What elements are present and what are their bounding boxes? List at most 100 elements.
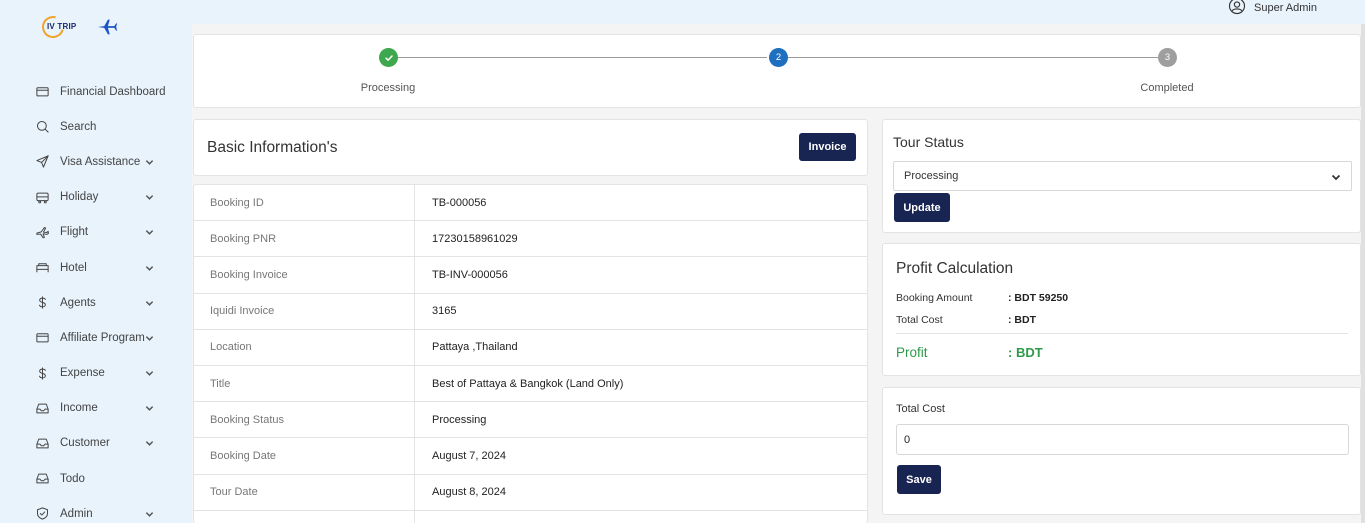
chevron-down-icon	[145, 333, 154, 342]
total-cost-field-label: Total Cost	[896, 403, 945, 415]
sidebar-item-label: Admin	[60, 507, 93, 520]
sidebar-item-agents[interactable]: Agents	[0, 285, 192, 320]
table-row	[194, 510, 867, 523]
brand-logo: IV TRIP	[37, 11, 86, 43]
chevron-down-icon	[145, 193, 154, 202]
table-row: Booking PNR 17230158961029	[194, 221, 867, 258]
invoice-button[interactable]: Invoice	[799, 133, 856, 161]
sidebar-item-label: Visa Assistance	[60, 155, 141, 168]
plane-logo-icon	[97, 19, 118, 35]
sidebar-item-label: Customer	[60, 437, 110, 450]
wallet-icon	[35, 84, 50, 99]
sidebar-item-search[interactable]: Search	[0, 109, 192, 144]
row-value: Pattaya ,Thailand	[432, 341, 518, 354]
inbox-icon	[35, 471, 50, 486]
step-2-indicator: 2	[769, 48, 788, 67]
total-cost-input[interactable]	[896, 424, 1349, 455]
step-1-check-icon	[379, 48, 398, 67]
chevron-down-icon	[145, 509, 154, 518]
row-label: Booking Date	[194, 438, 415, 474]
chevron-down-icon	[145, 228, 154, 237]
row-label	[194, 510, 415, 523]
dollar-icon	[35, 295, 50, 310]
step-3-label: Completed	[1140, 82, 1194, 94]
scrollbar[interactable]	[1361, 24, 1365, 523]
row-label: Booking Invoice	[194, 257, 415, 293]
row-value: 17230158961029	[432, 232, 518, 245]
row-value: August 8, 2024	[432, 486, 507, 499]
inbox-icon	[35, 401, 50, 416]
row-value: Best of Pattaya & Bangkok (Land Only)	[432, 377, 624, 390]
sidebar-item-label: Holiday	[60, 191, 99, 204]
total-cost-label: Total Cost	[896, 314, 943, 326]
sidebar-item-affiliate-program[interactable]: Affiliate Program	[0, 320, 192, 355]
tour-status-select[interactable]: Processing	[893, 161, 1352, 191]
sidebar-item-label: Hotel	[60, 261, 87, 274]
sidebar-item-flight[interactable]: Flight	[0, 215, 192, 250]
sidebar-nav: Financial Dashboard Search Visa Assistance…	[0, 74, 192, 523]
plane-icon	[35, 225, 50, 240]
sidebar-item-visa-assistance[interactable]: Visa Assistance	[0, 144, 192, 179]
table-row: Tour Date August 8, 2024	[194, 474, 867, 511]
profit-label: Profit	[896, 345, 928, 360]
table-row: Booking ID TB-000056	[194, 185, 867, 222]
inbox-icon	[35, 436, 50, 451]
table-row: Location Pattaya ,Thailand	[194, 329, 867, 366]
shield-icon	[35, 506, 50, 521]
sidebar-item-label: Search	[60, 120, 97, 133]
booking-amount-label: Booking Amount	[896, 292, 973, 304]
basic-info-header: Basic Information's Invoice	[193, 119, 868, 176]
row-label: Location	[194, 329, 415, 365]
table-row: Title Best of Pattaya & Bangkok (Land Onl…	[194, 365, 867, 403]
sidebar-item-expense[interactable]: Expense	[0, 356, 192, 391]
sidebar: IV TRIP Financial Dashboard Search Visa As…	[0, 0, 192, 523]
row-label: Booking Status	[194, 402, 415, 438]
sidebar-item-income[interactable]: Income	[0, 391, 192, 426]
row-label: Iquidi Invoice	[194, 293, 415, 329]
logo-text: IV TRIP	[47, 22, 77, 31]
row-label: Booking PNR	[194, 221, 415, 257]
basic-info-title: Basic Information's	[207, 139, 338, 156]
row-value: Processing	[432, 413, 487, 426]
chevron-down-icon	[1331, 172, 1341, 182]
row-label: Booking ID	[194, 185, 415, 221]
sidebar-item-financial-dashboard[interactable]: Financial Dashboard	[0, 74, 192, 109]
step-connector	[788, 57, 1158, 58]
chevron-down-icon	[145, 263, 154, 272]
profit-value: : BDT	[1008, 345, 1043, 360]
update-button[interactable]: Update	[894, 193, 950, 222]
logo[interactable]: IV TRIP	[37, 11, 118, 43]
chevron-down-icon	[145, 157, 154, 166]
sidebar-item-label: Flight	[60, 226, 89, 239]
sidebar-item-label: Affiliate Program	[60, 331, 145, 344]
user-name: Super Admin	[1254, 2, 1317, 14]
table-row: Booking Date August 7, 2024	[194, 438, 867, 475]
divider	[896, 333, 1348, 334]
basic-info-table: Booking ID TB-000056 Booking PNR 1723015896…	[193, 184, 868, 523]
total-cost-card: Total Cost Save	[882, 387, 1361, 515]
chevron-down-icon	[145, 369, 154, 378]
send-icon	[35, 154, 50, 169]
sidebar-item-admin[interactable]: Admin	[0, 496, 192, 523]
sidebar-item-todo[interactable]: Todo	[0, 461, 192, 496]
sidebar-item-label: Financial Dashboard	[60, 85, 166, 98]
chevron-down-icon	[145, 298, 154, 307]
row-value	[415, 511, 867, 523]
save-button[interactable]: Save	[897, 465, 941, 494]
user-menu[interactable]: Super Admin	[1228, 0, 1317, 16]
dollar-icon	[35, 366, 50, 381]
search-icon	[35, 119, 50, 134]
table-row: Booking Status Processing	[194, 402, 867, 439]
sidebar-item-label: Todo	[60, 472, 85, 485]
sidebar-item-holiday[interactable]: Holiday	[0, 180, 192, 215]
bed-icon	[35, 260, 50, 275]
sidebar-item-customer[interactable]: Customer	[0, 426, 192, 461]
tour-status-selected: Processing	[904, 170, 959, 182]
total-cost-value: : BDT	[1008, 314, 1036, 326]
row-value: August 7, 2024	[432, 449, 507, 462]
wallet-icon	[35, 330, 50, 345]
tour-status-title: Tour Status	[893, 134, 964, 150]
table-row: Iquidi Invoice 3165	[194, 293, 867, 330]
sidebar-item-hotel[interactable]: Hotel	[0, 250, 192, 285]
chevron-down-icon	[145, 439, 154, 448]
